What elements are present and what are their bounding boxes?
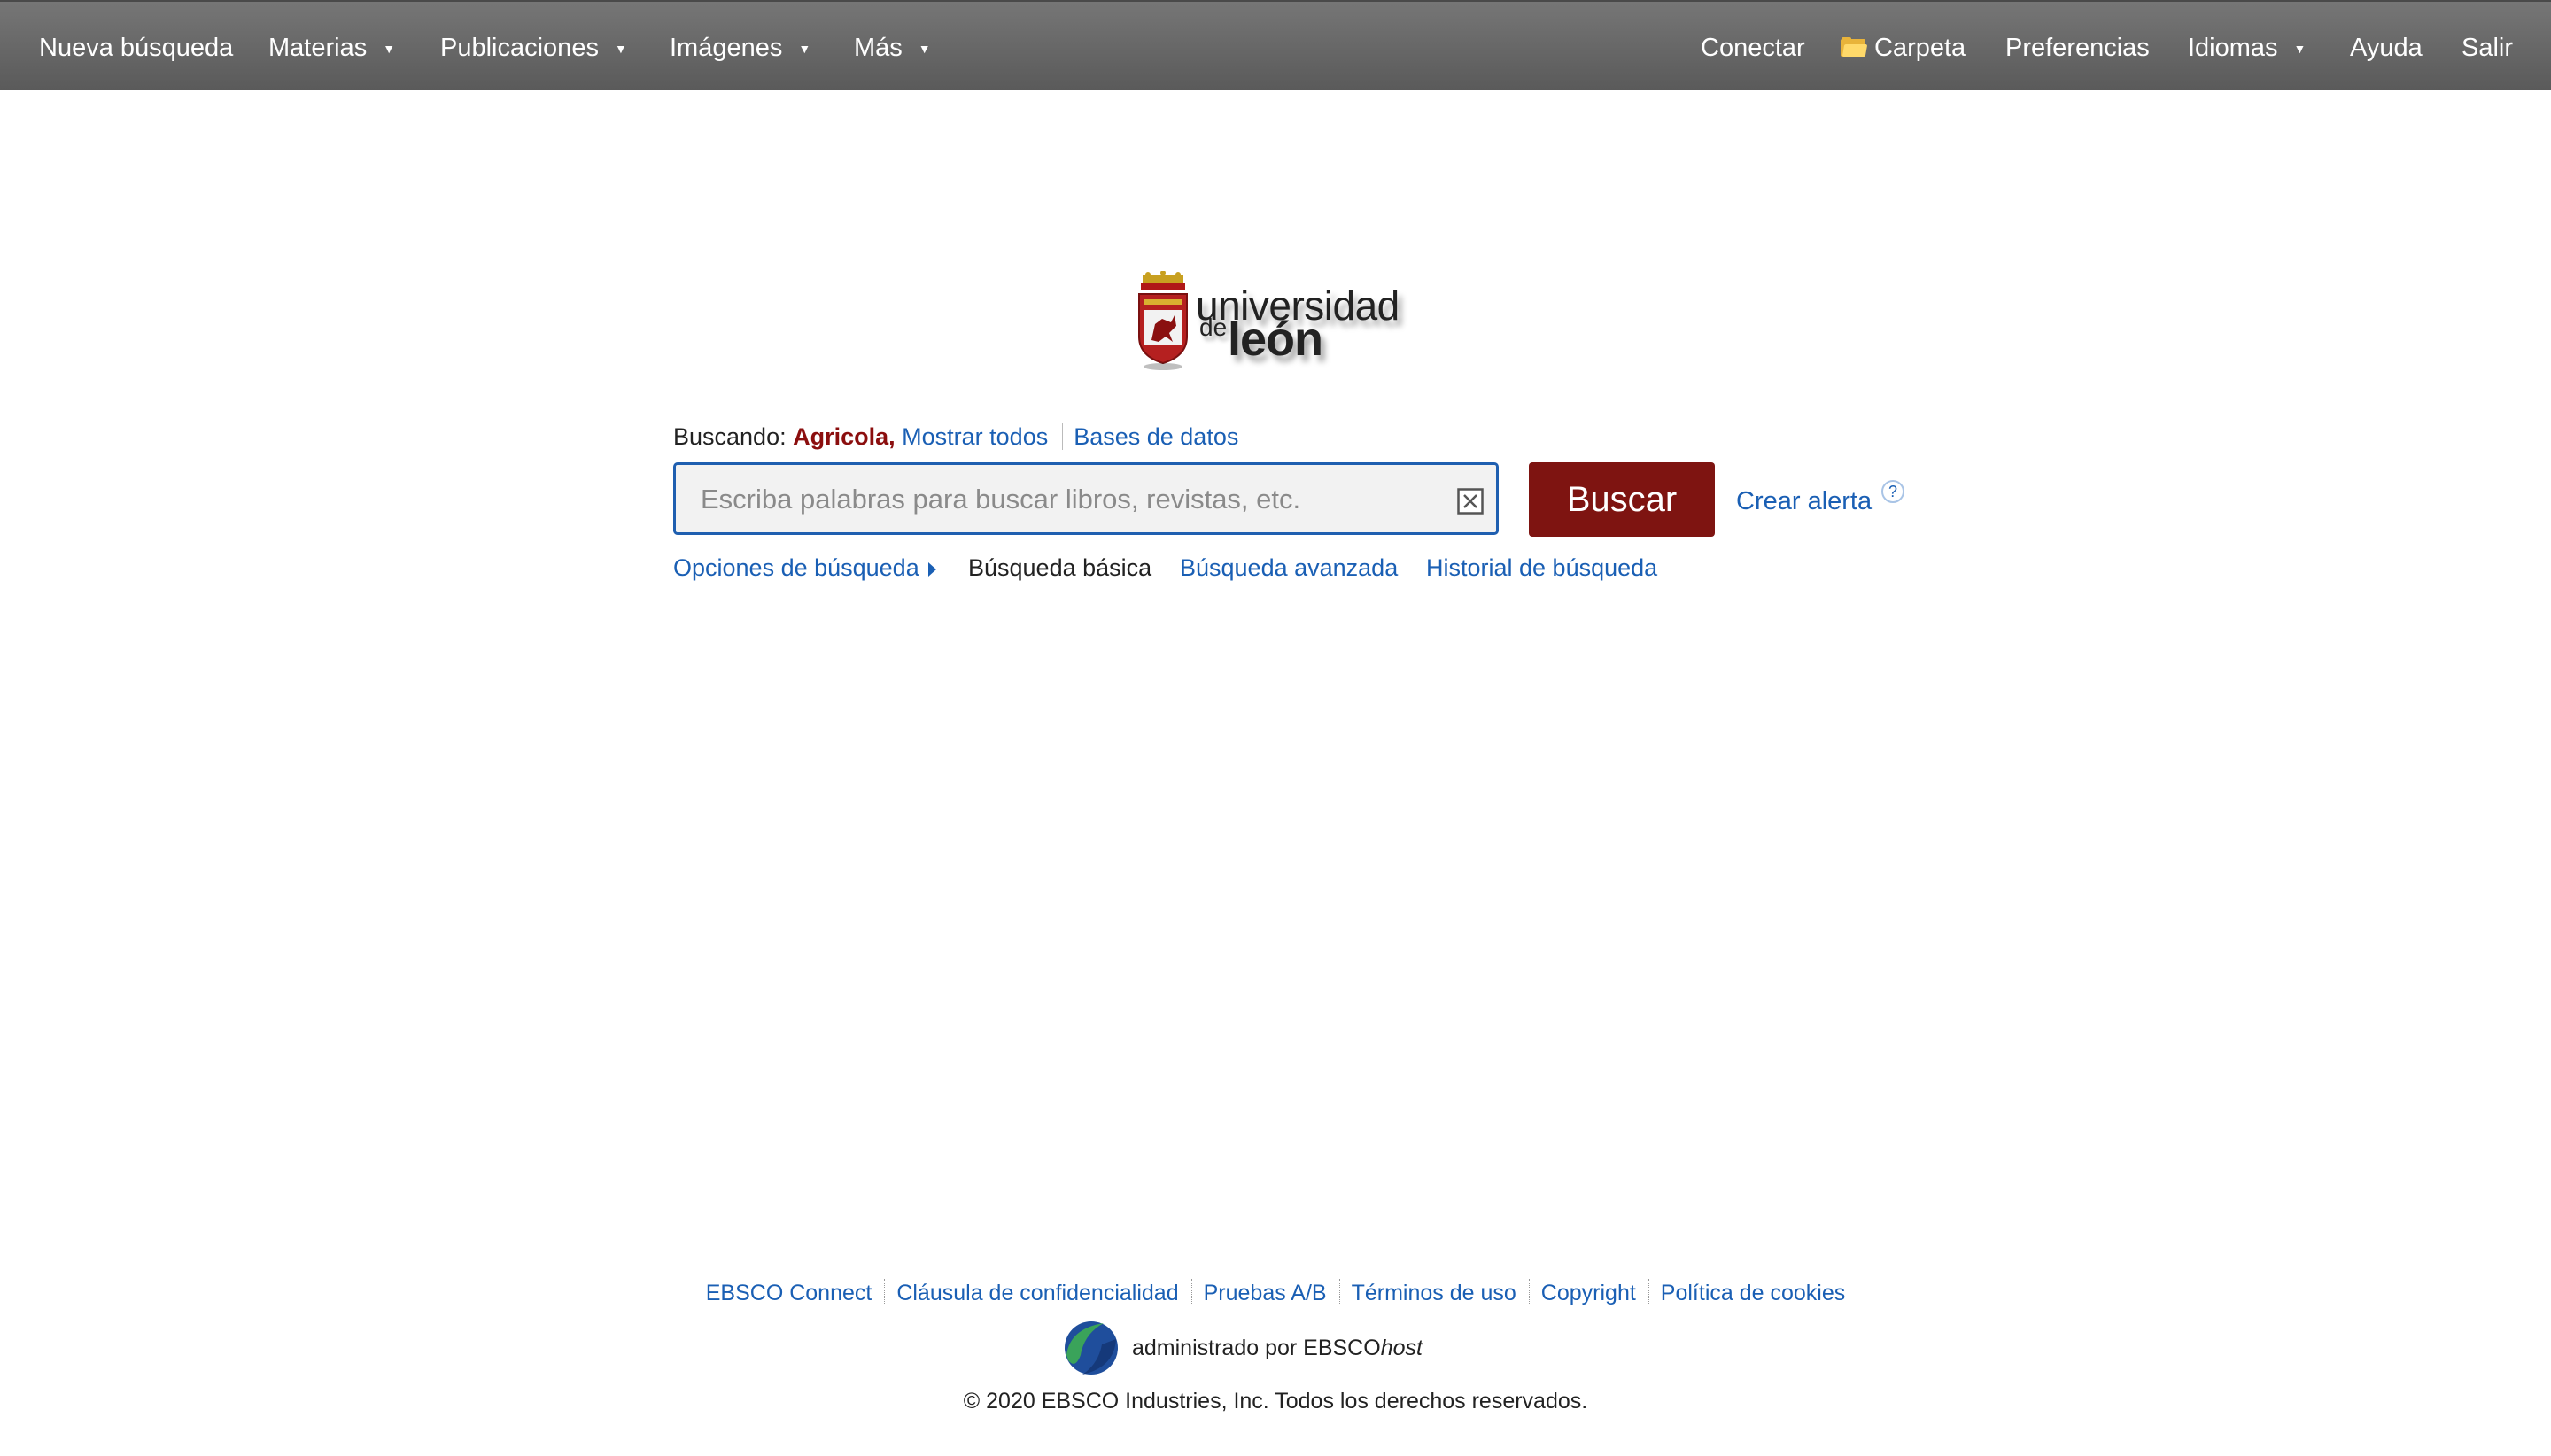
search-options-label: Opciones de búsqueda (673, 554, 919, 581)
footer-link-terms[interactable]: Términos de uso (1352, 1281, 1516, 1305)
caret-down-icon: ▼ (614, 42, 627, 56)
divider (1190, 1279, 1193, 1305)
nav-publications-label: Publicaciones (440, 34, 599, 62)
database-name: Agricola, (793, 423, 896, 450)
copyright-text: © 2020 EBSCO Industries, Inc. Todos los … (963, 1389, 1588, 1413)
logo-text-de: de (1199, 314, 1228, 341)
caret-down-icon: ▼ (798, 42, 811, 56)
divider (1062, 423, 1064, 450)
create-alert-link[interactable]: Crear alerta (1736, 487, 1872, 516)
footer-link-ebsco-connect[interactable]: EBSCO Connect (706, 1281, 872, 1305)
help-icon[interactable]: ? (1881, 480, 1904, 503)
nav-exit[interactable]: Salir (2462, 2, 2513, 92)
folder-icon (1841, 37, 1868, 57)
caret-down-icon: ▼ (383, 42, 396, 56)
search-button[interactable]: Buscar (1529, 462, 1715, 537)
nav-more-label: Más (854, 34, 903, 62)
nav-new-search-label: Nueva búsqueda (39, 34, 234, 62)
nav-help[interactable]: Ayuda (2350, 2, 2423, 92)
searching-label: Buscando: (673, 423, 787, 450)
nav-subjects-label: Materias (268, 34, 368, 62)
nav-images-label: Imágenes (670, 34, 783, 62)
nav-folder[interactable]: Carpeta (1841, 2, 1966, 92)
caret-down-icon: ▼ (918, 42, 931, 56)
nav-sign-in-label: Conectar (1701, 34, 1805, 62)
nav-preferences-label: Preferencias (2005, 34, 2150, 62)
nav-sign-in[interactable]: Conectar (1701, 2, 1805, 92)
nav-languages-label: Idiomas (2188, 34, 2278, 62)
powered-by-host: host (1380, 1336, 1423, 1360)
divider (1648, 1279, 1650, 1305)
top-navigation-bar: Nueva búsqueda Materias ▼ Publicaciones ▼ … (0, 0, 2551, 90)
powered-by-text: administrado por EBSCOhost (1132, 1336, 1423, 1361)
nav-preferences[interactable]: Preferencias (2005, 2, 2150, 92)
powered-by-prefix: administrado por EBSCO (1132, 1336, 1381, 1360)
footer-links: EBSCO Connect Cláusula de confidencialida… (0, 1279, 2551, 1306)
nav-more-menu[interactable]: Más ▼ (854, 2, 931, 92)
searching-line: Buscando: Agricola, Mostrar todos Bases d… (673, 423, 1238, 451)
divider (1528, 1279, 1531, 1305)
nav-images-menu[interactable]: Imágenes ▼ (670, 2, 810, 92)
triangle-right-icon (927, 562, 936, 577)
divider (1338, 1279, 1341, 1305)
databases-link[interactable]: Bases de datos (1074, 423, 1238, 450)
nav-publications-menu[interactable]: Publicaciones ▼ (440, 2, 627, 92)
footer-link-cookies[interactable]: Política de cookies (1661, 1281, 1845, 1305)
footer-link-privacy[interactable]: Cláusula de confidencialidad (896, 1281, 1178, 1305)
nav-folder-label: Carpeta (1874, 34, 1966, 62)
basic-search-label: Búsqueda básica (968, 554, 1152, 581)
divider (884, 1279, 886, 1305)
logo-text-leon: león (1228, 313, 1323, 366)
search-history-link[interactable]: Historial de búsqueda (1426, 554, 1657, 582)
show-all-link[interactable]: Mostrar todos (902, 423, 1048, 450)
nav-new-search[interactable]: Nueva búsqueda (39, 2, 233, 92)
search-input[interactable] (699, 476, 1429, 523)
search-options-link[interactable]: Opciones de búsqueda (673, 554, 936, 582)
ebsco-logo-icon (1065, 1321, 1118, 1375)
nav-exit-label: Salir (2462, 34, 2514, 62)
university-shield-icon (1138, 271, 1188, 370)
nav-help-label: Ayuda (2350, 34, 2423, 62)
university-logo: universidad de león (1125, 266, 1417, 381)
footer-link-copyright[interactable]: Copyright (1541, 1281, 1636, 1305)
footer-link-ab-tests[interactable]: Pruebas A/B (1204, 1281, 1327, 1305)
nav-subjects-menu[interactable]: Materias ▼ (268, 2, 395, 92)
nav-languages-menu[interactable]: Idiomas ▼ (2188, 2, 2306, 92)
clear-icon[interactable] (1457, 488, 1484, 515)
search-box (673, 462, 1499, 535)
advanced-search-link[interactable]: Búsqueda avanzada (1180, 554, 1398, 582)
caret-down-icon: ▼ (2293, 42, 2307, 56)
